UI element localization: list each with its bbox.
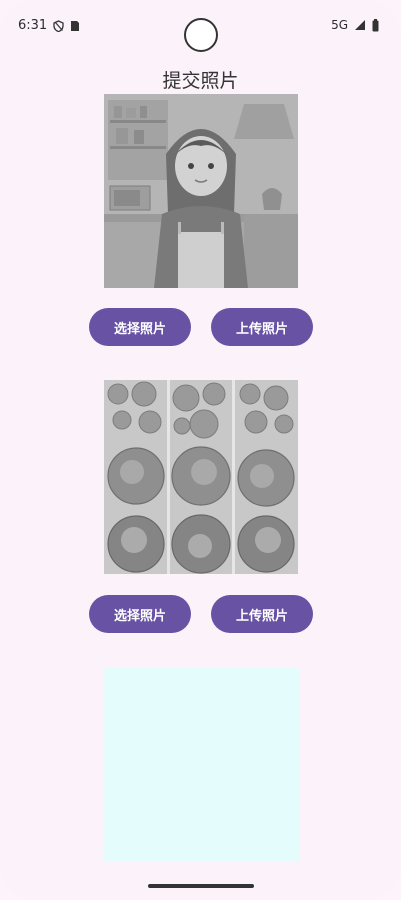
home-indicator[interactable] (148, 884, 254, 888)
battery-icon (372, 18, 379, 31)
food-collage-image (104, 380, 298, 574)
status-bar: 6:31 5G (0, 0, 401, 52)
empty-preview-area (103, 668, 299, 862)
status-right: 5G (331, 18, 379, 32)
upload-photo-button-2[interactable]: 上传照片 (211, 595, 313, 633)
kitchen-illustration-image (104, 94, 298, 288)
network-type: 5G (331, 18, 348, 32)
status-time: 6:31 (18, 18, 48, 33)
select-photo-button[interactable]: 选择照片 (89, 308, 191, 346)
upload-photo-button[interactable]: 上传照片 (211, 308, 313, 346)
selected-photo-preview-2 (104, 380, 298, 574)
shield-icon (53, 19, 64, 32)
page-title: 提交照片 (162, 70, 239, 92)
signal-icon (355, 20, 365, 30)
front-camera (184, 18, 218, 52)
sim-card-icon (71, 20, 80, 31)
selected-photo-preview (104, 94, 298, 288)
select-photo-button-2[interactable]: 选择照片 (89, 595, 191, 633)
status-left: 6:31 (18, 18, 80, 33)
phone-screen: 6:31 5G 提交照片 选择照片 上传照片 选择照片 上传照片 (0, 0, 401, 900)
